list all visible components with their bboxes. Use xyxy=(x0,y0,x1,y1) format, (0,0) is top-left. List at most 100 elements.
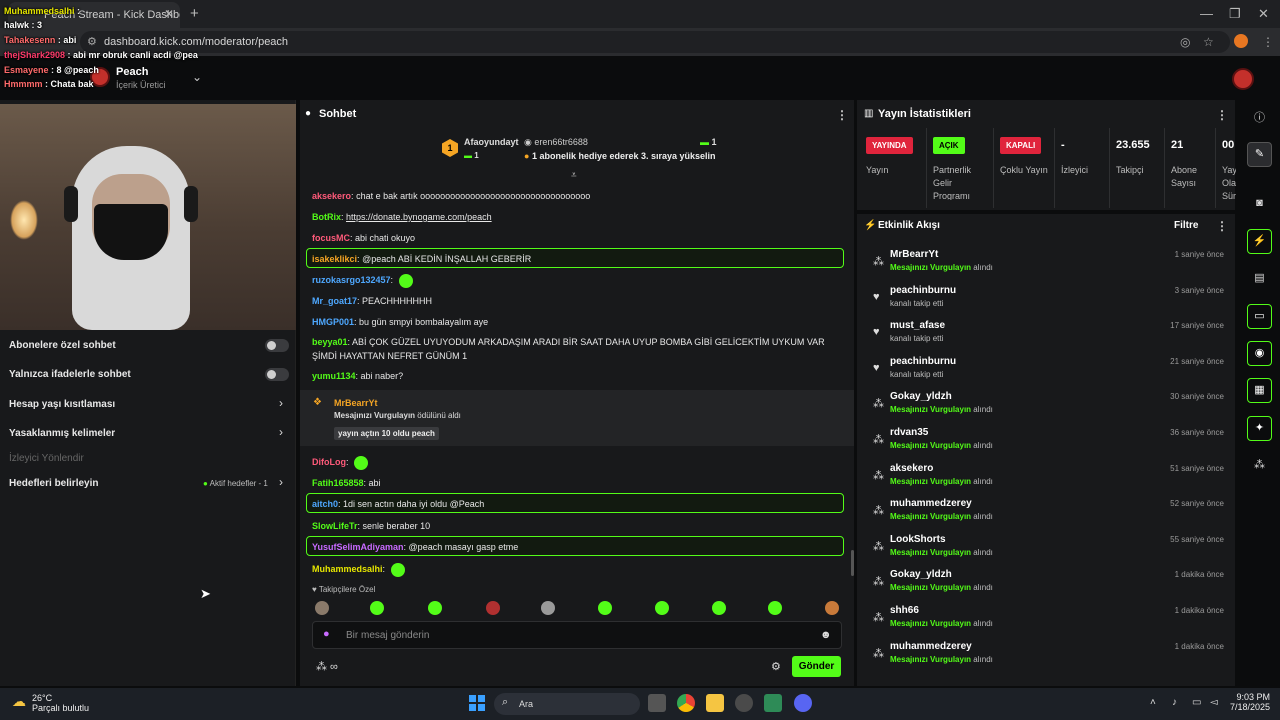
task-view-icon[interactable] xyxy=(648,694,666,712)
activity-item[interactable]: ⁂ rdvan35 Mesajınızı Vurgulayın alındı 36 s… xyxy=(873,427,1228,461)
second-gifter[interactable]: ◉ eren66tr6688 xyxy=(524,137,588,148)
chat-message[interactable]: BotRix: https://donate.bynogame.com/peac… xyxy=(312,210,842,224)
kick-points-rail-icon[interactable]: ⁂ xyxy=(1247,453,1272,478)
maximize-icon[interactable]: ❐ xyxy=(1229,6,1241,22)
url-text[interactable]: dashboard.kick.com/moderator/peach xyxy=(104,36,288,48)
chat-message[interactable]: Muhammedsalhi: xyxy=(312,562,842,577)
chat-message[interactable]: YusufSelimAdiyaman: @peach masayı gasp e… xyxy=(312,540,842,554)
chat-username[interactable]: isakeklikci xyxy=(312,254,357,264)
chat-settings-gear-icon[interactable]: ⚙ xyxy=(771,660,781,673)
chat-message[interactable]: aksekero: chat e bak artık ooooooooooooo… xyxy=(312,189,842,203)
emote-icon[interactable] xyxy=(370,601,384,615)
activity-menu-icon[interactable]: ⋮ xyxy=(1216,219,1228,233)
emote-icon[interactable] xyxy=(712,601,726,615)
collapse-pinned-icon[interactable]: ⩡ xyxy=(571,170,577,181)
stats-menu-icon[interactable]: ⋮ xyxy=(1216,108,1228,122)
activity-user[interactable]: aksekero xyxy=(890,463,933,474)
bookmark-star-icon[interactable]: ☆ xyxy=(1203,35,1214,49)
toggle-subscribers-only[interactable] xyxy=(265,339,289,352)
chat-message[interactable]: focusMC: abi chati okuyo xyxy=(312,231,842,245)
taskbar-search[interactable] xyxy=(494,693,640,715)
chat-menu-icon[interactable]: ⋮ xyxy=(836,108,848,122)
activity-user[interactable]: LookShorts xyxy=(890,534,946,545)
app-icon[interactable] xyxy=(735,694,753,712)
minecraft-icon[interactable] xyxy=(764,694,782,712)
chat-message[interactable]: ruzokasrgo132457: xyxy=(312,273,842,288)
stream-preview[interactable] xyxy=(0,104,296,330)
chat-username[interactable]: HMGP001 xyxy=(312,317,354,327)
chevron-right-icon[interactable]: › xyxy=(279,475,283,489)
activity-item[interactable]: ⁂ LookShorts Mesajınızı Vurgulayın alındı 5… xyxy=(873,534,1228,568)
chat-username[interactable]: beyya01 xyxy=(312,337,348,347)
setting-banned-words[interactable]: Yasaklanmış kelimeler xyxy=(9,428,115,439)
emote-icon[interactable] xyxy=(598,601,612,615)
chat-link[interactable]: https://donate.bynogame.com/peach xyxy=(346,212,492,222)
chrome-icon[interactable] xyxy=(677,694,695,712)
activity-user[interactable]: muhammedzerey xyxy=(890,641,972,652)
chat-username[interactable]: ruzokasrgo132457 xyxy=(312,275,391,285)
weather-widget[interactable]: 26°C Parçalı bulutlu xyxy=(32,693,89,713)
emote-icon[interactable] xyxy=(315,601,329,615)
file-explorer-icon[interactable] xyxy=(706,694,724,712)
activity-item[interactable]: ⁂ aksekero Mesajınızı Vurgulayın alındı 51 … xyxy=(873,463,1228,497)
chat-tool-icon[interactable]: ▭ xyxy=(1247,304,1272,329)
chat-message[interactable]: yumu1134: abi naber? xyxy=(312,369,842,383)
chevron-right-icon[interactable]: › xyxy=(279,396,283,410)
chat-message[interactable]: beyya01: ABİ ÇOK GÜZEL UYUYODUM ARKADAŞI… xyxy=(312,335,842,363)
chat-username[interactable]: YusufSelimAdiyaman xyxy=(312,542,404,552)
gift-promo[interactable]: ● 1 abonelik hediye ederek 3. sıraya yük… xyxy=(524,151,716,161)
chat-message[interactable]: Mr_goat17: PEACHHHHHHH xyxy=(312,294,842,308)
chat-scrollbar[interactable] xyxy=(851,550,854,576)
eye-off-icon[interactable]: ◎ xyxy=(1180,35,1190,49)
network-icon[interactable]: ▭ xyxy=(1192,697,1201,708)
activity-user[interactable]: muhammedzerey xyxy=(890,498,972,509)
chat-message[interactable]: isakeklikci: @peach ABİ KEDİN İNŞALLAH G… xyxy=(312,252,842,266)
profile-extension-icon[interactable] xyxy=(1234,34,1248,48)
toggle-emote-only[interactable] xyxy=(265,368,289,381)
kick-points-icon[interactable]: ⁂ ∞ xyxy=(316,660,338,673)
taskbar-clock[interactable]: 9:03 PM 7/18/2025 xyxy=(1230,692,1270,712)
activity-user[interactable]: shh66 xyxy=(890,605,919,616)
chat-username[interactable]: DifoLog xyxy=(312,457,346,467)
activity-user[interactable]: peachinburnu xyxy=(890,285,956,296)
wrench-icon[interactable]: ✦ xyxy=(1247,416,1272,441)
user-avatar[interactable] xyxy=(1232,68,1254,90)
weather-icon[interactable]: ☁ xyxy=(12,693,26,710)
chevron-down-icon[interactable]: ⌄ xyxy=(192,70,202,84)
filter-button[interactable]: Filtre xyxy=(1174,220,1198,231)
activity-user[interactable]: rdvan35 xyxy=(890,427,928,438)
emote-icon[interactable] xyxy=(825,601,839,615)
activity-user[interactable]: MrBearrYt xyxy=(890,249,938,260)
emote-icon[interactable] xyxy=(655,601,669,615)
chat-username[interactable]: focusMC xyxy=(312,233,350,243)
browser-menu-icon[interactable]: ⋮ xyxy=(1262,35,1274,49)
minimize-icon[interactable]: — xyxy=(1200,6,1213,21)
tab-close-icon[interactable]: ✕ xyxy=(164,7,174,21)
chat-username[interactable]: yumu1134 xyxy=(312,371,356,381)
close-window-icon[interactable]: ✕ xyxy=(1258,6,1269,22)
tray-chevron-icon[interactable]: ˄ xyxy=(1150,697,1156,708)
activity-item[interactable]: ♥ must_afase kanalı takip etti 17 saniye ön… xyxy=(873,320,1228,354)
chat-input-placeholder[interactable]: Bir mesaj gönderin xyxy=(346,630,429,641)
send-button[interactable]: Gönder xyxy=(792,656,841,677)
emote-icon[interactable] xyxy=(768,601,782,615)
new-tab-button[interactable]: + xyxy=(190,5,199,22)
document-icon[interactable]: ▤ xyxy=(1247,266,1272,291)
chat-username[interactable]: BotRix xyxy=(312,212,341,222)
chat-message[interactable]: aitch0: 1di sen actın daha iyi oldu @Pea… xyxy=(312,497,842,511)
lightning-tool-icon[interactable]: ⚡ xyxy=(1247,229,1272,254)
broadcast-icon[interactable]: ◉ xyxy=(1247,341,1272,366)
activity-item[interactable]: ⁂ Gokay_yldzh Mesajınızı Vurgulayın alındı… xyxy=(873,569,1228,603)
activity-item[interactable]: ⁂ muhammedzerey Mesajınızı Vurgulayın alın… xyxy=(873,498,1228,532)
chat-message[interactable]: DifoLog: xyxy=(312,455,842,470)
discord-icon[interactable] xyxy=(794,694,812,712)
emoji-picker-icon[interactable]: ☻ xyxy=(820,629,832,641)
activity-item[interactable]: ⁂ shh66 Mesajınızı Vurgulayın alındı 1 daki… xyxy=(873,605,1228,639)
chat-username[interactable]: Muhammedsalhi xyxy=(312,564,383,574)
volume-icon[interactable]: ◅ xyxy=(1210,697,1218,708)
edit-pencil-icon[interactable]: ✎ xyxy=(1247,142,1272,167)
site-info-icon[interactable]: ⚙ xyxy=(87,35,97,48)
windows-start-icon[interactable] xyxy=(469,695,485,711)
microphone-icon[interactable]: ● xyxy=(323,628,330,640)
chat-message[interactable]: HMGP001: bu gün smpyi bombalayalım aye xyxy=(312,315,842,329)
